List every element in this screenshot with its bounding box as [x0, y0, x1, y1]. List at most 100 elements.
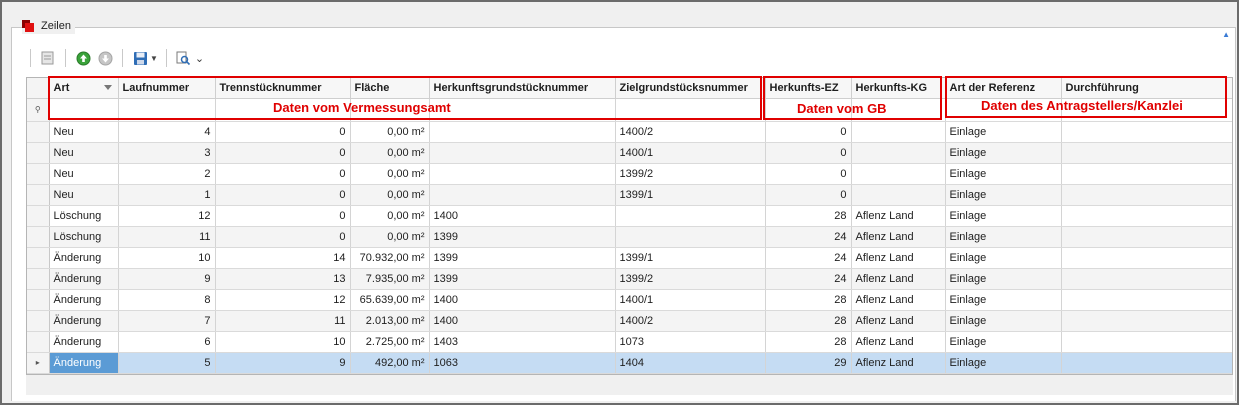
cell-durchfuehrung[interactable]: [1061, 226, 1232, 248]
row-indicator[interactable]: [27, 310, 50, 332]
cell-herkunfts-ez[interactable]: 28: [765, 205, 852, 227]
save-icon[interactable]: [131, 49, 149, 67]
cell-laufnummer[interactable]: 11: [118, 226, 216, 248]
cell-herkunfts-ez[interactable]: 29: [765, 352, 852, 374]
column-header-trennstuecknummer[interactable]: Trennstücknummer: [215, 78, 351, 99]
cell-durchfuehrung[interactable]: [1061, 184, 1232, 206]
cell-herkunftsgrundstuecknummer[interactable]: 1399: [429, 226, 616, 248]
column-header-laufnummer[interactable]: Laufnummer: [118, 78, 216, 99]
cell-zielgrundstuecksnummer[interactable]: 1404: [615, 352, 766, 374]
cell-flaeche[interactable]: 0,00 m²: [350, 163, 430, 185]
cell-herkunfts-ez[interactable]: 28: [765, 331, 852, 353]
cell-art-der-referenz[interactable]: Einlage: [945, 142, 1062, 164]
down-icon[interactable]: [96, 49, 114, 67]
cell-zielgrundstuecksnummer[interactable]: 1400/2: [615, 121, 766, 143]
up-icon[interactable]: [74, 49, 92, 67]
row-indicator[interactable]: [27, 226, 50, 248]
cell-herkunftsgrundstuecknummer[interactable]: 1403: [429, 331, 616, 353]
cell-herkunfts-kg[interactable]: [851, 121, 946, 143]
cell-herkunftsgrundstuecknummer[interactable]: 1400: [429, 289, 616, 311]
row-indicator[interactable]: [27, 163, 50, 185]
cell-art-der-referenz[interactable]: Einlage: [945, 205, 1062, 227]
cell-herkunftsgrundstuecknummer[interactable]: 1399: [429, 247, 616, 269]
cell-zielgrundstuecksnummer[interactable]: 1400/1: [615, 142, 766, 164]
cell-art[interactable]: Änderung: [49, 352, 119, 374]
cell-zielgrundstuecksnummer[interactable]: 1399/1: [615, 247, 766, 269]
row-indicator[interactable]: [27, 247, 50, 269]
cell-herkunftsgrundstuecknummer[interactable]: 1400: [429, 205, 616, 227]
cell-durchfuehrung[interactable]: [1061, 163, 1232, 185]
cell-herkunfts-ez[interactable]: 0: [765, 163, 852, 185]
cell-flaeche[interactable]: 0,00 m²: [350, 142, 430, 164]
table-row[interactable]: Neu 1 0 0,00 m² 1399/1 0 Einlage: [27, 184, 1232, 206]
cell-art[interactable]: Änderung: [49, 331, 119, 353]
filter-cell[interactable]: [118, 98, 216, 122]
cell-trennstuecknummer[interactable]: 0: [215, 142, 351, 164]
cell-herkunfts-kg[interactable]: Aflenz Land: [851, 289, 946, 311]
cell-herkunftsgrundstuecknummer[interactable]: [429, 163, 616, 185]
cell-herkunfts-kg[interactable]: Aflenz Land: [851, 268, 946, 290]
cell-herkunftsgrundstuecknummer[interactable]: 1400: [429, 310, 616, 332]
cell-trennstuecknummer[interactable]: 0: [215, 121, 351, 143]
cell-durchfuehrung[interactable]: [1061, 121, 1232, 143]
cell-flaeche[interactable]: 7.935,00 m²: [350, 268, 430, 290]
table-row[interactable]: Neu 2 0 0,00 m² 1399/2 0 Einlage: [27, 163, 1232, 185]
row-indicator[interactable]: [27, 268, 50, 290]
column-header-art[interactable]: Art: [49, 78, 119, 99]
filter-cell[interactable]: [429, 98, 616, 122]
cell-herkunftsgrundstuecknummer[interactable]: [429, 121, 616, 143]
cell-art-der-referenz[interactable]: Einlage: [945, 226, 1062, 248]
cell-herkunftsgrundstuecknummer[interactable]: [429, 184, 616, 206]
cell-art[interactable]: Neu: [49, 142, 119, 164]
cell-trennstuecknummer[interactable]: 11: [215, 310, 351, 332]
cell-art[interactable]: Neu: [49, 184, 119, 206]
cell-flaeche[interactable]: 0,00 m²: [350, 205, 430, 227]
cell-trennstuecknummer[interactable]: 14: [215, 247, 351, 269]
cell-trennstuecknummer[interactable]: 13: [215, 268, 351, 290]
column-header-herkunfts-kg[interactable]: Herkunfts-KG: [851, 78, 946, 99]
cell-herkunfts-kg[interactable]: Aflenz Land: [851, 310, 946, 332]
cell-trennstuecknummer[interactable]: 0: [215, 163, 351, 185]
cell-herkunfts-ez[interactable]: 28: [765, 289, 852, 311]
cell-herkunfts-kg[interactable]: Aflenz Land: [851, 247, 946, 269]
cell-art[interactable]: Neu: [49, 163, 119, 185]
row-indicator[interactable]: [27, 289, 50, 311]
table-row[interactable]: Änderung 10 14 70.932,00 m² 1399 1399/1 24 Afle…: [27, 247, 1232, 269]
cell-herkunfts-ez[interactable]: 28: [765, 310, 852, 332]
cell-herkunfts-kg[interactable]: Aflenz Land: [851, 352, 946, 374]
cell-flaeche[interactable]: 0,00 m²: [350, 226, 430, 248]
cell-durchfuehrung[interactable]: [1061, 310, 1232, 332]
chevron-down-icon[interactable]: ⌄: [195, 52, 204, 65]
column-header-herkunfts-ez[interactable]: Herkunfts-EZ: [765, 78, 852, 99]
cell-art[interactable]: Löschung: [49, 226, 119, 248]
cell-herkunfts-ez[interactable]: 24: [765, 226, 852, 248]
row-indicator[interactable]: [27, 205, 50, 227]
table-row[interactable]: Löschung 11 0 0,00 m² 1399 24 Aflenz Land Einla…: [27, 226, 1232, 248]
data-grid[interactable]: Art Laufnummer Trennstücknummer Fläche H…: [26, 77, 1233, 375]
table-row[interactable]: Änderung 8 12 65.639,00 m² 1400 1400/1 28 Aflen…: [27, 289, 1232, 311]
cell-zielgrundstuecksnummer[interactable]: [615, 205, 766, 227]
cell-herkunfts-kg[interactable]: Aflenz Land: [851, 331, 946, 353]
cell-herkunfts-ez[interactable]: 24: [765, 268, 852, 290]
cell-trennstuecknummer[interactable]: 12: [215, 289, 351, 311]
cell-laufnummer[interactable]: 7: [118, 310, 216, 332]
cell-zielgrundstuecksnummer[interactable]: 1400/2: [615, 310, 766, 332]
cell-herkunftsgrundstuecknummer[interactable]: [429, 142, 616, 164]
row-indicator[interactable]: [27, 184, 50, 206]
cell-art[interactable]: Neu: [49, 121, 119, 143]
row-indicator[interactable]: ▸: [27, 352, 50, 374]
find-icon[interactable]: [175, 49, 193, 67]
cell-zielgrundstuecksnummer[interactable]: 1073: [615, 331, 766, 353]
column-header-flaeche[interactable]: Fläche: [350, 78, 430, 99]
cell-flaeche[interactable]: 70.932,00 m²: [350, 247, 430, 269]
cell-zielgrundstuecksnummer[interactable]: 1399/1: [615, 184, 766, 206]
cell-art-der-referenz[interactable]: Einlage: [945, 247, 1062, 269]
cell-trennstuecknummer[interactable]: 0: [215, 184, 351, 206]
column-header-herkunftsgrundstuecknummer[interactable]: Herkunftsgrundstücknummer: [429, 78, 616, 99]
collapse-icon[interactable]: ▲: [1222, 30, 1230, 39]
cell-zielgrundstuecksnummer[interactable]: [615, 226, 766, 248]
cell-art-der-referenz[interactable]: Einlage: [945, 268, 1062, 290]
cell-flaeche[interactable]: 492,00 m²: [350, 352, 430, 374]
cell-art[interactable]: Änderung: [49, 247, 119, 269]
cell-herkunfts-kg[interactable]: Aflenz Land: [851, 226, 946, 248]
